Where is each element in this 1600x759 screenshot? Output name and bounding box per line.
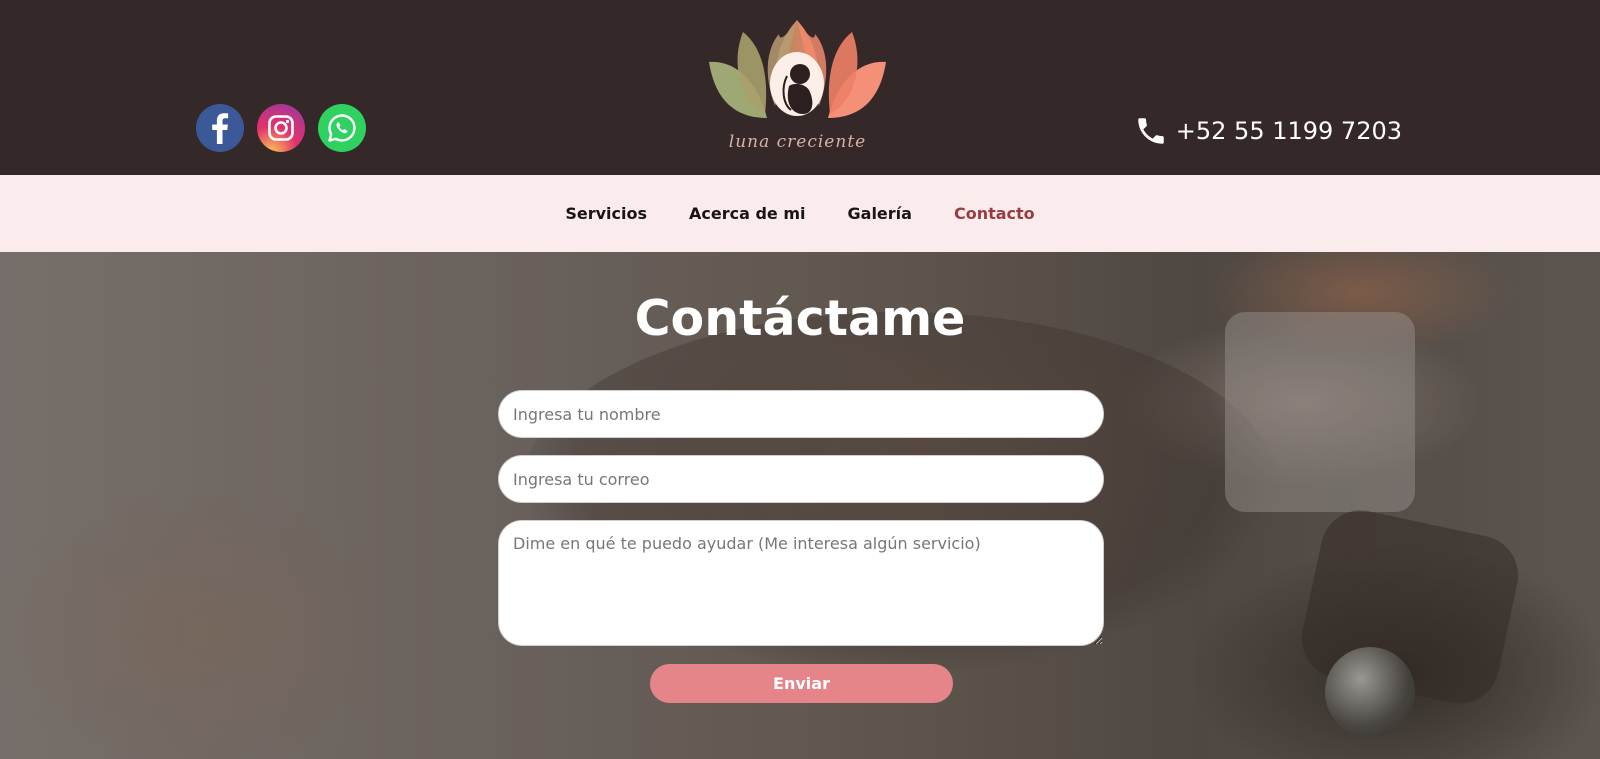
facebook-link[interactable] bbox=[196, 104, 244, 152]
whatsapp-link[interactable] bbox=[318, 104, 366, 152]
logo[interactable]: luna creciente bbox=[705, 14, 890, 160]
message-textarea[interactable] bbox=[498, 520, 1104, 646]
logo-text: luna creciente bbox=[728, 132, 867, 152]
contact-form bbox=[498, 390, 1104, 646]
submit-button[interactable]: Enviar bbox=[650, 664, 953, 703]
nav-item-contacto[interactable]: Contacto bbox=[954, 204, 1035, 223]
nav-item-acerca-de-mi[interactable]: Acerca de mi bbox=[689, 204, 806, 223]
nav-item-galeria[interactable]: Galería bbox=[848, 204, 912, 223]
instagram-icon bbox=[268, 115, 294, 141]
main-nav: Servicios Acerca de mi Galería Contacto bbox=[0, 175, 1600, 252]
name-input[interactable] bbox=[498, 390, 1104, 438]
whatsapp-icon bbox=[328, 114, 356, 142]
contact-section: Contáctame Enviar bbox=[0, 252, 1600, 759]
facebook-icon bbox=[212, 113, 229, 144]
phone-icon bbox=[1138, 118, 1164, 144]
phone-contact[interactable]: +52 55 1199 7203 bbox=[1134, 114, 1402, 148]
nav-item-servicios[interactable]: Servicios bbox=[565, 204, 647, 223]
instagram-link[interactable] bbox=[257, 104, 305, 152]
social-links bbox=[196, 104, 366, 152]
email-input[interactable] bbox=[498, 455, 1104, 503]
page-title: Contáctame bbox=[634, 290, 966, 347]
phone-number: +52 55 1199 7203 bbox=[1175, 117, 1402, 145]
lotus-logo-icon bbox=[709, 20, 886, 118]
header: luna creciente +52 55 1199 7203 bbox=[0, 0, 1600, 175]
